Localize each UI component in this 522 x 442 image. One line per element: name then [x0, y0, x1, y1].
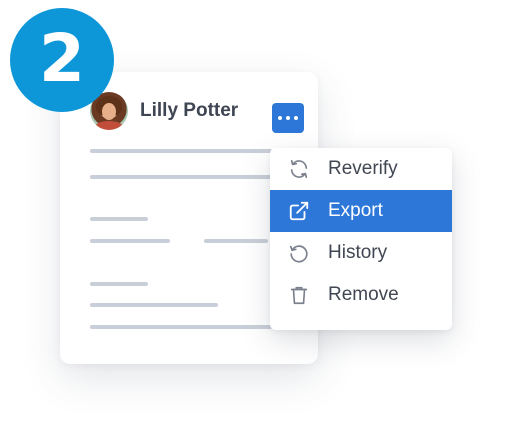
placeholder-line	[90, 175, 272, 179]
menu-item-remove[interactable]: Remove	[270, 274, 452, 316]
step-number: 2	[39, 20, 85, 97]
history-icon	[288, 242, 310, 264]
trash-icon	[288, 284, 310, 306]
menu-item-reverify[interactable]: Reverify	[270, 148, 452, 190]
refresh-icon	[288, 158, 310, 180]
menu-item-label: Export	[328, 200, 383, 221]
menu-item-label: History	[328, 242, 388, 263]
illustration-stage: 2 Lilly Potter Reverify Export History R…	[0, 0, 522, 442]
menu-item-label: Remove	[328, 284, 399, 305]
more-dots-icon	[278, 116, 282, 120]
placeholder-line	[204, 239, 268, 243]
more-options-button[interactable]	[272, 103, 304, 133]
step-badge: 2	[10, 8, 114, 112]
menu-item-history[interactable]: History	[270, 232, 452, 274]
user-name: Lilly Potter	[140, 100, 239, 121]
placeholder-line	[90, 282, 148, 286]
placeholder-line	[90, 149, 272, 153]
placeholder-line	[90, 239, 170, 243]
placeholder-line	[90, 217, 148, 221]
menu-item-label: Reverify	[328, 158, 398, 179]
placeholder-line	[90, 325, 272, 329]
external-link-icon	[288, 200, 310, 222]
menu-item-export[interactable]: Export	[270, 190, 452, 232]
actions-dropdown-menu: Reverify Export History Remove	[270, 148, 452, 330]
placeholder-line	[90, 303, 218, 307]
